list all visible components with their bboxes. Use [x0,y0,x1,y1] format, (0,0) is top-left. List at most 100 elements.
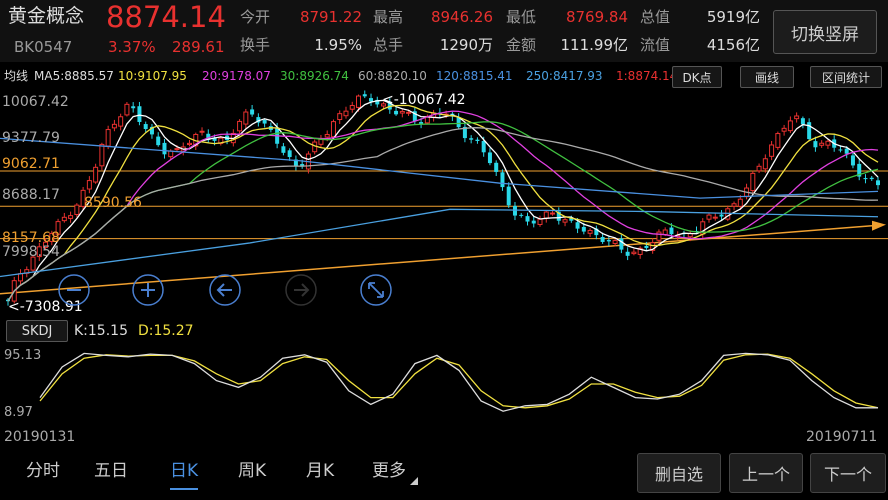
candle-body [124,103,130,116]
indicator-k-value: K:15.15 [74,323,128,339]
candle-body [825,140,831,146]
stat-value: 5919亿 [706,8,760,26]
level-label: 8590.56 [84,195,142,211]
ma-value: MA5:8885.57 [34,69,114,83]
stat-value: 1.95% [314,36,362,54]
candle-body [74,204,80,215]
switch-portrait-button[interactable]: 切换竖屏 [773,10,877,54]
trend-arrow [872,220,886,231]
price-axis-label: 7998.54 [2,244,60,260]
candle-body [349,105,355,110]
candle-body [644,245,649,249]
candle-body [581,226,586,232]
candle-body [111,123,117,129]
stat-value: 8946.26 [430,8,493,26]
ma-value: 250:8417.93 [526,69,603,83]
candle-body [281,146,286,153]
candle-body [631,251,637,255]
candle-body [550,212,556,215]
stat-value: 8791.22 [299,8,362,26]
candle-body [706,214,712,220]
candle-body [781,127,787,132]
candle-body [656,231,662,241]
candle-body [419,122,424,124]
candle-body [330,121,336,138]
high-marker: <-10067.42 [382,92,466,108]
zoom-in-icon[interactable] [132,274,164,306]
stat-label: 最高 [373,8,404,26]
candle-body [519,214,524,216]
stock-name: 黄金概念 [8,5,85,27]
candle-body [318,138,324,145]
delete-watchlist-button[interactable]: 删自选 [637,453,721,493]
candle-body [787,120,793,132]
candle-body [243,111,249,125]
zoom-out-icon[interactable] [58,274,90,306]
skdj-d-line [39,353,879,409]
candle-body [162,142,167,155]
stat-label: 金额 [506,36,537,54]
tab-4[interactable]: 月K [306,463,334,480]
last-price: 8874.14 [106,0,226,34]
chart-controls [58,274,392,306]
candle-body [794,115,800,120]
candle-body [731,203,737,207]
candle-body [199,130,205,133]
ma-line [0,208,879,278]
change-amount: 289.61 [172,38,225,56]
indicator-top-label: 95.13 [4,348,42,363]
arrow-left-icon[interactable] [209,274,241,306]
tab-0[interactable]: 分时 [26,463,60,480]
ma-value: 10:9107.95 [118,69,187,83]
candle-body [250,109,255,115]
price-axis-label: 8157.68 [2,230,60,246]
ma-value: 60:8820.10 [358,69,427,83]
previous-button[interactable]: 上一个 [729,453,803,493]
fit-screen-icon[interactable] [360,274,392,306]
candle-body [343,110,349,117]
candle-body [512,205,517,216]
skdj-k-line [39,352,878,412]
change-percent: 3.37% [108,38,156,56]
tab-5[interactable]: 更多 [372,463,406,480]
candle-body [105,129,111,147]
candle-body [669,227,674,235]
start-date: 20190131 [4,429,76,445]
candle-body [86,180,92,190]
skdj-chart[interactable] [0,344,888,424]
candle-body [399,110,405,114]
tab-2[interactable]: 日K [170,463,199,490]
range-stats-button[interactable]: 区间统计 [810,66,882,88]
more-chevron-icon [410,477,418,485]
candle-body [324,134,330,138]
indicator-selector[interactable]: SKDJ [6,320,68,342]
candle-body [838,149,843,151]
candle-body [143,124,148,130]
candle-body [863,178,868,180]
candle-body [750,172,756,192]
stat-label: 总手 [373,36,404,54]
stat-value: 1290万 [439,36,493,54]
candle-body [156,136,161,146]
candle-body [819,142,825,146]
candle-body [800,118,805,125]
candle-body [575,222,580,229]
draw-line-button[interactable]: 画线 [740,66,794,88]
dk-point-button[interactable]: DK点 [672,66,722,88]
candle-body [719,214,724,217]
next-button[interactable]: 下一个 [810,453,886,493]
candle-body [600,237,605,242]
candle-body [876,180,880,186]
candle-body [537,218,543,225]
candle-body [61,216,67,222]
arrow-right-icon[interactable] [285,274,317,306]
tab-3[interactable]: 周K [238,463,266,480]
candle-body [469,138,474,140]
candle-body [99,143,105,167]
candle-body [356,95,362,108]
tab-1[interactable]: 五日 [94,463,128,480]
candle-body [543,211,549,219]
candle-body [262,119,267,124]
stat-label: 最低 [506,8,537,26]
candle-body [68,215,74,219]
